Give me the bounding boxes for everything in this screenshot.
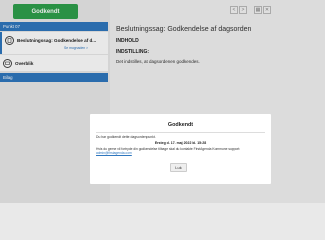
dialog-date: Ersteg d. 17. maj 2022 kl. 15:28 [154,141,207,145]
support-email-link[interactable]: admin@firstagenda.com [96,151,132,155]
dialog-message: Du har godkendt dette dagsordenpunkt. [96,135,156,139]
dialog-title: Godkendt [167,122,194,128]
dialog-support-text: Hvis du gerne vil fortryde din godkendel… [96,147,266,155]
close-dialog-button[interactable]: Luk [170,163,187,172]
approved-dialog: Godkendt Du har godkendt dette dagsorden… [90,114,271,184]
dialog-divider [96,132,265,133]
